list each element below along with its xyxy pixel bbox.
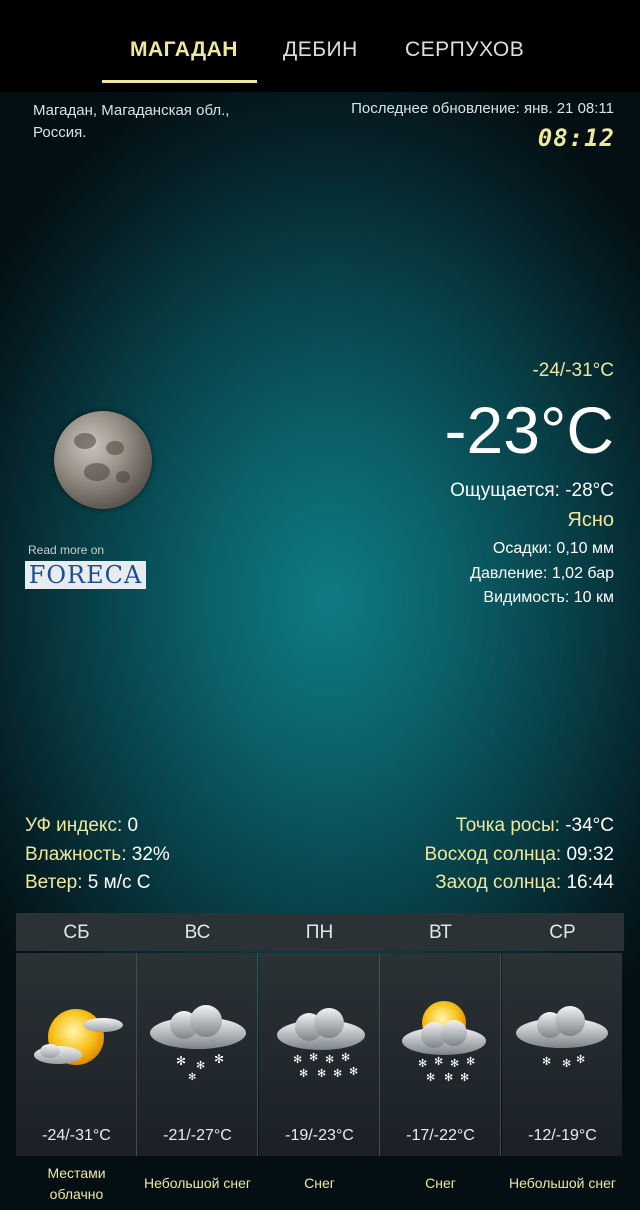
weather-screen: МАГАДАН ДЕБИН СЕРПУХОВ Магадан, Магаданс… bbox=[0, 0, 640, 1210]
svg-text:✻: ✻ bbox=[434, 1055, 443, 1068]
precipitation: Осадки: 0,10 мм bbox=[492, 540, 614, 557]
svg-text:✻: ✻ bbox=[542, 1055, 551, 1068]
tab-serpukhov[interactable]: СЕРПУХОВ bbox=[405, 38, 524, 62]
stat-value: 0 bbox=[122, 815, 139, 836]
svg-text:✻: ✻ bbox=[562, 1057, 571, 1070]
uv-index: УФ индекс: 0 bbox=[25, 815, 138, 837]
svg-text:✻: ✻ bbox=[293, 1053, 302, 1066]
svg-text:✻: ✻ bbox=[460, 1071, 469, 1084]
sunrise: Восход солнца: 09:32 bbox=[424, 844, 614, 866]
forecast-temp: -19/-23°C bbox=[285, 1127, 354, 1144]
forecast-temp: -21/-27°C bbox=[163, 1127, 232, 1144]
light-snow-icon: ✻ ✻ ✻ bbox=[516, 1006, 608, 1070]
read-more-label: Read more on bbox=[28, 543, 105, 557]
svg-text:✻: ✻ bbox=[196, 1059, 205, 1072]
light-snow-icon: ✻ ✻ ✻ ✻ bbox=[150, 1005, 246, 1083]
svg-text:✻: ✻ bbox=[466, 1055, 475, 1068]
stat-value: 5 м/с С bbox=[82, 872, 151, 893]
svg-text:✻: ✻ bbox=[325, 1053, 334, 1066]
svg-text:✻: ✻ bbox=[333, 1067, 342, 1080]
pressure: Давление: 1,02 бар bbox=[470, 565, 614, 582]
svg-text:✻: ✻ bbox=[576, 1053, 585, 1066]
stat-label: Заход солнца: bbox=[435, 872, 562, 893]
stat-label: УФ индекс: bbox=[25, 815, 123, 836]
forecast-temp: -24/-31°C bbox=[42, 1127, 111, 1144]
svg-text:✻: ✻ bbox=[349, 1065, 358, 1078]
moon-icon bbox=[54, 411, 152, 509]
forecast-condition: Небольшой снег bbox=[143, 1175, 252, 1191]
wind: Ветер: 5 м/с С bbox=[25, 872, 150, 894]
forecast-day-name: СБ bbox=[63, 922, 90, 943]
forecast-condition: Снег bbox=[304, 1175, 335, 1191]
tab-magadan[interactable]: МАГАДАН bbox=[130, 38, 238, 62]
temp-range: -24/-31°C bbox=[532, 360, 614, 381]
stat-label: Влажность: bbox=[25, 844, 127, 865]
svg-text:✻: ✻ bbox=[176, 1054, 186, 1068]
svg-text:✻: ✻ bbox=[214, 1052, 224, 1066]
stat-value: -34°C bbox=[559, 815, 614, 836]
stat-value: 16:44 bbox=[561, 872, 614, 893]
humidity: Влажность: 32% bbox=[25, 844, 170, 866]
dew-point: Точка росы: -34°C bbox=[456, 815, 614, 837]
forecast-day-name: ПН bbox=[305, 922, 334, 943]
svg-text:✻: ✻ bbox=[450, 1057, 459, 1070]
svg-text:✻: ✻ bbox=[426, 1071, 435, 1084]
forecast-condition-line: облачно bbox=[49, 1186, 104, 1202]
svg-text:✻: ✻ bbox=[341, 1051, 350, 1064]
forecast-day-name: ВТ bbox=[428, 922, 452, 943]
sun-snow-icon: ✻ ✻ ✻ ✻ ✻ ✻ ✻ bbox=[402, 1001, 486, 1084]
last-update-label: Последнее обновление: янв. 21 08:11 bbox=[351, 100, 614, 117]
svg-text:✻: ✻ bbox=[418, 1057, 427, 1070]
city-tabs: МАГАДАН ДЕБИН СЕРПУХОВ bbox=[0, 0, 640, 92]
forecast-condition: Небольшой снег bbox=[508, 1175, 617, 1191]
stat-label: Точка росы: bbox=[455, 815, 560, 836]
active-tab-indicator bbox=[102, 80, 257, 83]
forecast-day-name: ВС bbox=[184, 922, 211, 943]
location-line: Магадан, Магаданская обл., bbox=[33, 102, 230, 119]
svg-text:✻: ✻ bbox=[188, 1072, 196, 1083]
svg-text:✻: ✻ bbox=[444, 1071, 453, 1084]
svg-text:✻: ✻ bbox=[317, 1067, 326, 1080]
visibility: Видимость: 10 км bbox=[483, 589, 614, 606]
foreca-logo[interactable]: FORECA bbox=[25, 561, 146, 589]
feels-like: Ощущается: -28°C bbox=[450, 480, 614, 501]
stat-label: Восход солнца: bbox=[424, 844, 562, 865]
location-line: Россия. bbox=[33, 124, 87, 141]
svg-text:✻: ✻ bbox=[299, 1067, 308, 1080]
partly-cloudy-icon bbox=[34, 1009, 123, 1065]
forecast-condition: Местами облачно bbox=[16, 1163, 137, 1205]
digital-clock: 08:12 bbox=[537, 124, 615, 152]
forecast-temp: -12/-19°C bbox=[528, 1127, 597, 1144]
stat-value: 32% bbox=[126, 844, 170, 865]
sunset: Заход солнца: 16:44 bbox=[435, 872, 614, 894]
stat-label: Ветер: bbox=[25, 872, 83, 893]
svg-text:✻: ✻ bbox=[309, 1051, 318, 1064]
forecast-condition-line: Местами bbox=[47, 1165, 106, 1181]
forecast-temp: -17/-22°C bbox=[406, 1127, 475, 1144]
current-condition: Ясно bbox=[567, 509, 614, 531]
current-temperature: -23°C bbox=[444, 393, 614, 467]
snow-icon: ✻ ✻ ✻ ✻ ✻ ✻ ✻ ✻ bbox=[277, 1008, 365, 1080]
location-label: Магадан, Магаданская обл., Россия. bbox=[33, 100, 293, 144]
tab-debin[interactable]: ДЕБИН bbox=[283, 38, 358, 62]
forecast-day-name: СР bbox=[549, 922, 576, 943]
stat-value: 09:32 bbox=[561, 844, 614, 865]
forecast-condition: Снег bbox=[425, 1175, 456, 1191]
forecast-header: СБ ВС ПН ВТ СР bbox=[16, 913, 624, 951]
